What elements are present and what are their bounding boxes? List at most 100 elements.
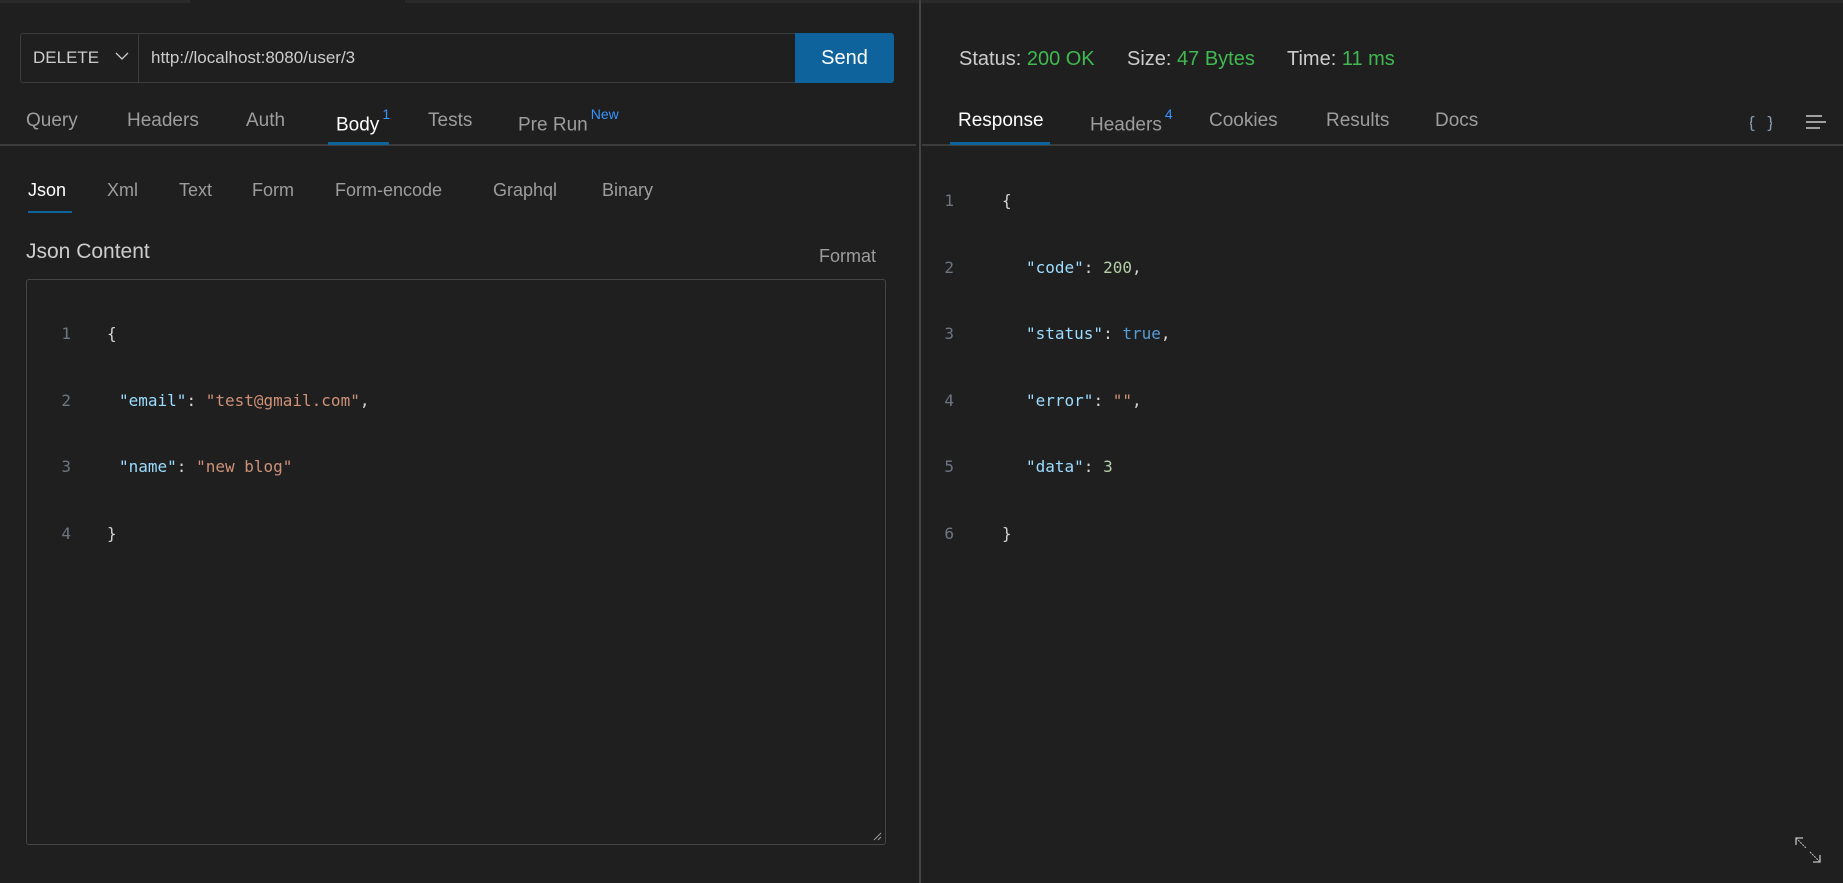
body-type-text[interactable]: Text	[179, 180, 212, 201]
braces-icon[interactable]: { }	[1750, 111, 1772, 133]
tab-label: Docs	[1435, 110, 1479, 131]
line-number: 3	[61, 457, 71, 476]
size-value: 47 Bytes	[1177, 48, 1255, 70]
tab-label: Headers	[1090, 114, 1162, 136]
tab-response-headers[interactable]: Headers4	[1090, 106, 1173, 136]
resize-handle-icon[interactable]	[872, 831, 882, 841]
json-value: ""	[1112, 390, 1132, 410]
line-number: 2	[61, 390, 71, 410]
tab-badge: New	[590, 106, 619, 122]
code-line: 4 "error": "",	[930, 387, 1830, 416]
size-label: Size:	[1127, 48, 1172, 70]
json-key: "name"	[119, 457, 177, 476]
top-tab-strip	[0, 0, 1843, 3]
punctuation: ,	[359, 390, 370, 410]
time-label: Time:	[1287, 48, 1337, 70]
code-line: 1{	[27, 320, 877, 349]
tab-query[interactable]: Query	[26, 110, 78, 132]
code-line: 3 "status": true,	[930, 320, 1830, 349]
json-key: "status"	[1026, 324, 1104, 343]
expand-icon[interactable]	[1794, 836, 1822, 864]
size-readout: Size: 47 Bytes	[1127, 48, 1255, 71]
request-code: 1{ 2 "email": "test@gmail.com", 3 "name": …	[27, 282, 877, 586]
body-type-graphql[interactable]: Graphql	[493, 180, 557, 201]
line-number: 6	[944, 523, 954, 543]
format-button[interactable]: Format	[819, 246, 876, 267]
json-key: "email"	[119, 390, 187, 410]
body-type-form[interactable]: Form	[252, 180, 294, 201]
code-line: 3 "name": "new blog"	[27, 453, 877, 482]
line-number: 5	[944, 457, 954, 476]
tab-body[interactable]: Body1	[336, 106, 390, 136]
json-value: true	[1122, 324, 1161, 343]
tab-label: Cookies	[1209, 110, 1278, 131]
line-number: 1	[61, 324, 71, 343]
wrap-lines-icon[interactable]	[1804, 112, 1828, 132]
body-type-form-encode[interactable]: Form-encode	[335, 180, 442, 201]
response-code: 1{ 2 "code": 200, 3 "status": true, 4 "erro…	[930, 149, 1830, 567]
active-body-type-indicator	[28, 211, 72, 213]
method-value: DELETE	[33, 48, 100, 67]
top-strip-segment	[190, 0, 405, 3]
punctuation: ,	[1131, 390, 1142, 410]
status-label: Status:	[959, 48, 1022, 70]
tab-bar-border	[0, 144, 916, 146]
tab-response[interactable]: Response	[958, 110, 1044, 132]
status-value: 200 OK	[1026, 48, 1095, 70]
body-type-binary[interactable]: Binary	[602, 180, 653, 201]
punctuation: ,	[1131, 257, 1142, 277]
body-type-json[interactable]: Json	[28, 180, 66, 201]
tab-tests[interactable]: Tests	[428, 110, 472, 132]
brace: {	[1002, 191, 1012, 210]
response-tab-bar-border	[922, 144, 1843, 146]
json-body-editor[interactable]: 1{ 2 "email": "test@gmail.com", 3 "name": …	[26, 279, 886, 845]
tab-auth[interactable]: Auth	[246, 110, 285, 132]
tab-results[interactable]: Results	[1326, 110, 1389, 132]
active-tab-indicator	[328, 142, 389, 145]
code-line: 1{	[930, 187, 1830, 216]
json-key: "error"	[1026, 390, 1094, 410]
json-value: "new blog"	[196, 457, 293, 476]
tab-label: Query	[26, 110, 78, 131]
json-value: 200	[1103, 257, 1132, 277]
tab-headers[interactable]: Headers	[127, 110, 199, 132]
line-number: 4	[61, 523, 71, 543]
json-key: "data"	[1026, 457, 1084, 476]
url-input[interactable]	[138, 33, 796, 83]
status-readout: Status: 200 OK	[959, 48, 1095, 71]
pane-divider[interactable]	[919, 0, 921, 883]
brace: }	[1002, 523, 1012, 543]
json-value: "test@gmail.com"	[205, 390, 360, 410]
chevron-down-icon	[115, 52, 129, 60]
code-line: 2 "email": "test@gmail.com",	[27, 387, 877, 416]
body-type-xml[interactable]: Xml	[107, 180, 138, 201]
tab-cookies[interactable]: Cookies	[1209, 110, 1278, 132]
tab-badge: 1	[382, 106, 391, 122]
tab-label: Headers	[127, 110, 199, 131]
tab-badge: 4	[1164, 106, 1173, 122]
tab-label: Tests	[428, 110, 473, 131]
tab-label: Body	[336, 114, 380, 136]
send-button[interactable]: Send	[795, 33, 894, 83]
tab-label: Auth	[246, 110, 286, 131]
tab-label: Response	[958, 110, 1044, 131]
active-response-tab-indicator	[950, 142, 1050, 145]
svg-text:{ }: { }	[1750, 113, 1772, 132]
line-number: 1	[944, 191, 954, 210]
json-content-label: Json Content	[26, 240, 150, 263]
brace: {	[107, 324, 117, 343]
tab-docs[interactable]: Docs	[1435, 110, 1478, 132]
code-line: 5 "data": 3	[930, 453, 1830, 482]
time-readout: Time: 11 ms	[1287, 48, 1395, 71]
code-line: 2 "code": 200,	[930, 254, 1830, 283]
json-value: 3	[1103, 457, 1113, 476]
method-select[interactable]: DELETE	[20, 33, 138, 83]
tab-label: Results	[1326, 110, 1390, 131]
tab-label: Pre Run	[518, 114, 588, 136]
time-value: 11 ms	[1341, 48, 1395, 70]
line-number: 4	[944, 390, 954, 410]
line-number: 3	[944, 324, 954, 343]
tab-pre-run[interactable]: Pre RunNew	[518, 106, 619, 136]
code-line: 6}	[930, 520, 1830, 549]
code-line: 4}	[27, 520, 877, 549]
